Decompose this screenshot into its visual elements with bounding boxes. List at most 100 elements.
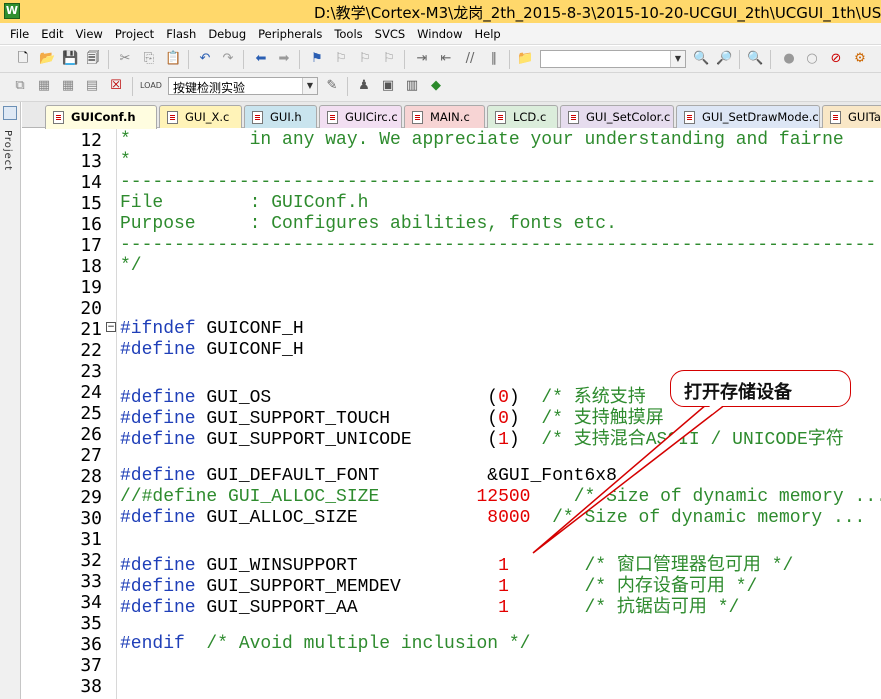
tab-gui-h[interactable]: GUI.h <box>244 105 317 128</box>
code-token: /* Size of dynamic memory ... <box>530 508 866 528</box>
code-line[interactable]: #ifndef GUICONF_H <box>120 319 304 339</box>
breakpoint-icon[interactable]: ○ <box>804 51 820 67</box>
stop-build-icon[interactable]: ☒ <box>108 78 124 94</box>
target-combo[interactable]: 按键检测实验 ▼ <box>168 77 318 95</box>
source-file-icon <box>684 111 695 124</box>
nav-back-icon[interactable]: ⬅ <box>253 51 269 67</box>
prev-bookmark-icon[interactable]: ⚐ <box>333 51 349 67</box>
tab-label: GUI_SetDrawMode.c <box>702 110 819 124</box>
line-number: 27 <box>80 445 102 466</box>
line-number: 21 <box>80 319 102 340</box>
menu-item-view[interactable]: View <box>76 23 103 41</box>
code-line[interactable]: Purpose : Configures abilities, fonts et… <box>120 214 617 234</box>
redo-icon[interactable]: ↷ <box>220 51 236 67</box>
find-icon[interactable]: 🔍 <box>693 51 709 67</box>
chevron-down-icon[interactable]: ▼ <box>302 78 317 94</box>
code-line[interactable]: #define GUI_SUPPORT_UNICODE (1) /* 支持混合A… <box>120 424 844 450</box>
code-token: #define <box>120 508 196 528</box>
source-file-icon <box>327 111 338 124</box>
code-token: GUI_DEFAULT_FONT &GUI_Font6x8 <box>195 466 617 486</box>
code-line[interactable]: ----------------------------------------… <box>120 235 876 255</box>
debug-start-icon[interactable]: ● <box>781 51 797 67</box>
translate-icon[interactable]: ⧉ <box>12 78 28 94</box>
line-number: 35 <box>80 613 102 634</box>
menu-item-file[interactable]: File <box>10 23 29 41</box>
tab-gui-setdrawmode-c[interactable]: GUI_SetDrawMode.c <box>676 105 820 128</box>
cut-icon[interactable]: ✂ <box>117 51 133 67</box>
undo-icon[interactable]: ↶ <box>197 51 213 67</box>
save-icon[interactable]: 💾 <box>62 51 78 67</box>
build-icon[interactable]: ▦ <box>36 78 52 94</box>
tab-lcd-c[interactable]: LCD.c <box>487 105 558 128</box>
unindent-icon[interactable]: ⇤ <box>438 51 454 67</box>
zoom-icon[interactable]: 🔍 <box>747 51 763 67</box>
project-window-icon[interactable] <box>3 106 17 120</box>
code-token: ) <box>508 430 520 450</box>
project-panel-label[interactable]: Project <box>2 130 13 171</box>
tab-gui-setcolor-c[interactable]: GUI_SetColor.c <box>560 105 674 128</box>
code-line[interactable]: #define GUI_ALLOC_SIZE 8000 /* Size of d… <box>120 508 865 528</box>
tab-label: LCD.c <box>513 110 547 124</box>
code-line[interactable]: */ <box>120 256 142 276</box>
code-line[interactable]: #define GUI_SUPPORT_AA 1 /* 抗锯齿可用 */ <box>120 592 739 618</box>
save-all-icon[interactable]: 🗐 <box>85 51 101 67</box>
comment-icon[interactable]: // <box>462 51 478 67</box>
new-file-icon[interactable]: 🗋 <box>15 51 31 67</box>
line-number: 14 <box>80 172 102 193</box>
code-line[interactable]: #define GUI_DEFAULT_FONT &GUI_Font6x8 <box>120 466 617 486</box>
indent-icon[interactable]: ⇥ <box>414 51 430 67</box>
select-packs-icon[interactable]: ▥ <box>404 78 420 94</box>
manage-project-icon[interactable]: ▣ <box>380 78 396 94</box>
menu-item-tools[interactable]: Tools <box>334 23 362 41</box>
copy-icon[interactable]: ⎘ <box>141 51 157 67</box>
code-line[interactable]: * <box>120 151 131 171</box>
clear-bookmarks-icon[interactable]: ⚐ <box>381 51 397 67</box>
menu-item-flash[interactable]: Flash <box>166 23 196 41</box>
chevron-down-icon[interactable]: ▼ <box>670 51 685 67</box>
code-line[interactable]: //#define GUI_ALLOC_SIZE 12500 /* Size o… <box>120 487 881 507</box>
menu-item-help[interactable]: Help <box>475 23 501 41</box>
menu-item-svcs[interactable]: SVCS <box>375 23 406 41</box>
menu-item-peripherals[interactable]: Peripherals <box>258 23 322 41</box>
tab-guiconf-h[interactable]: GUIConf.h <box>45 105 157 129</box>
menu-item-project[interactable]: Project <box>115 23 154 41</box>
menu-item-edit[interactable]: Edit <box>41 23 63 41</box>
code-line[interactable]: ----------------------------------------… <box>120 172 876 192</box>
code-token: /* Size of dynamic memory ... <box>530 487 881 507</box>
find-combo[interactable]: ▼ <box>540 50 686 68</box>
fold-collapse-icon[interactable]: − <box>106 322 116 332</box>
manage-components-icon[interactable]: ♟ <box>356 78 372 94</box>
nav-forward-icon[interactable]: ➡ <box>276 51 292 67</box>
batch-build-icon[interactable]: ▤ <box>84 78 100 94</box>
source-file-icon <box>252 111 263 124</box>
code-line[interactable]: File : GUIConf.h <box>120 193 368 213</box>
uncomment-icon[interactable]: ∥ <box>486 51 502 67</box>
fold-margin <box>116 128 117 699</box>
kill-breakpoints-icon[interactable]: ⊘ <box>828 51 844 67</box>
find-in-files-icon[interactable]: 📁 <box>517 51 533 67</box>
source-file-icon <box>495 111 506 124</box>
code-line[interactable]: * in any way. We appreciate your underst… <box>120 130 844 150</box>
tab-gui-x-c[interactable]: GUI_X.c <box>159 105 242 128</box>
tab-guitask-c[interactable]: GUITask.c <box>822 105 881 128</box>
download-icon[interactable]: LOAD <box>140 78 162 94</box>
code-line[interactable]: #define GUICONF_H <box>120 340 304 360</box>
incremental-find-icon[interactable]: 🔎 <box>716 51 732 67</box>
next-bookmark-icon[interactable]: ⚐ <box>357 51 373 67</box>
paste-icon[interactable]: 📋 <box>165 51 181 67</box>
line-number: 30 <box>80 508 102 529</box>
run-time-environment-icon[interactable]: ◆ <box>428 78 444 94</box>
menu-item-debug[interactable]: Debug <box>208 23 246 41</box>
project-side-panel[interactable]: Project <box>0 102 21 699</box>
line-number: 16 <box>80 214 102 235</box>
open-file-icon[interactable]: 📂 <box>39 51 55 67</box>
rebuild-icon[interactable]: ▦ <box>60 78 76 94</box>
tab-main-c[interactable]: MAIN.c <box>404 105 485 128</box>
menu-item-window[interactable]: Window <box>417 23 462 41</box>
bookmark-icon[interactable]: ⚑ <box>309 51 325 67</box>
tab-guicirc-c[interactable]: GUICirc.c <box>319 105 402 128</box>
code-line[interactable]: #endif /* Avoid multiple inclusion */ <box>120 634 530 654</box>
settings-icon[interactable]: ⚙ <box>852 51 868 67</box>
line-number: 29 <box>80 487 102 508</box>
target-options-icon[interactable]: ✎ <box>324 78 340 94</box>
